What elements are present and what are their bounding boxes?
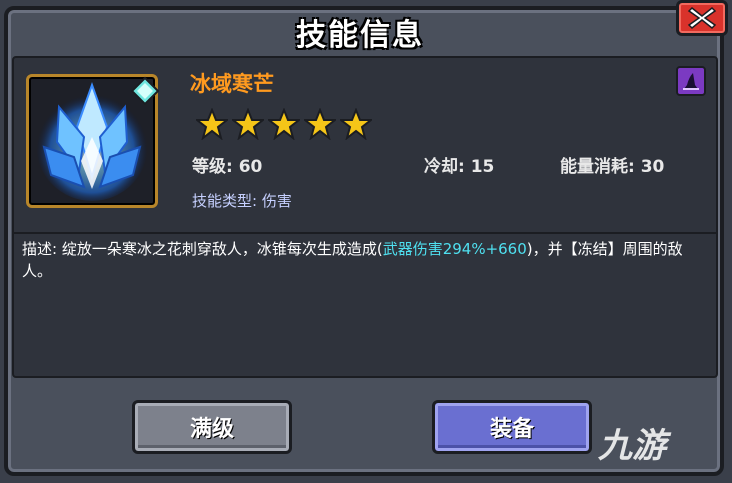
damage-formula: 武器伤害294%+660: [382, 240, 527, 258]
star-icon: [232, 108, 264, 140]
star-rating: [196, 108, 372, 140]
close-icon: [687, 6, 717, 30]
level-label: 等级:: [192, 157, 239, 177]
diamond-gem-icon: [130, 76, 160, 106]
cooldown-label: 冷却:: [424, 157, 471, 177]
skill-type-value: 伤害: [261, 192, 292, 210]
level-stat: 等级: 60: [192, 152, 262, 177]
cooldown-value: 15: [470, 157, 495, 177]
star-icon: [196, 108, 228, 140]
cooldown-stat: 冷却: 15: [424, 152, 494, 177]
star-icon: [268, 108, 300, 140]
energy-cost-label: 能量消耗:: [560, 157, 641, 177]
divider: [12, 232, 718, 234]
skill-type-label: 技能类型:: [192, 192, 262, 210]
description-text: 描述: 绽放一朵寒冰之花刺穿敌人，冰锥每次生成造成(: [22, 240, 383, 258]
star-icon: [304, 108, 336, 140]
dialog-title: 技能信息: [296, 18, 424, 53]
skill-type: 技能类型: 伤害: [192, 190, 292, 211]
energy-cost-stat: 能量消耗: 30: [560, 152, 664, 177]
energy-cost-value: 30: [640, 157, 665, 177]
equip-button[interactable]: 装备: [432, 400, 592, 454]
max-level-button[interactable]: 满级: [132, 400, 292, 454]
wizard-hat-icon: [683, 73, 699, 90]
skill-element-badge: [676, 66, 706, 96]
skill-description: 描述: 绽放一朵寒冰之花刺穿敌人，冰锥每次生成造成(武器伤害294%+660)，…: [22, 238, 702, 282]
star-icon: [340, 108, 372, 140]
close-button[interactable]: [676, 0, 728, 36]
watermark-text: 九游: [598, 426, 666, 466]
watermark-logo: 九游: [598, 418, 666, 467]
skill-name: 冰域寒芒: [190, 72, 274, 96]
level-value: 60: [238, 157, 263, 177]
